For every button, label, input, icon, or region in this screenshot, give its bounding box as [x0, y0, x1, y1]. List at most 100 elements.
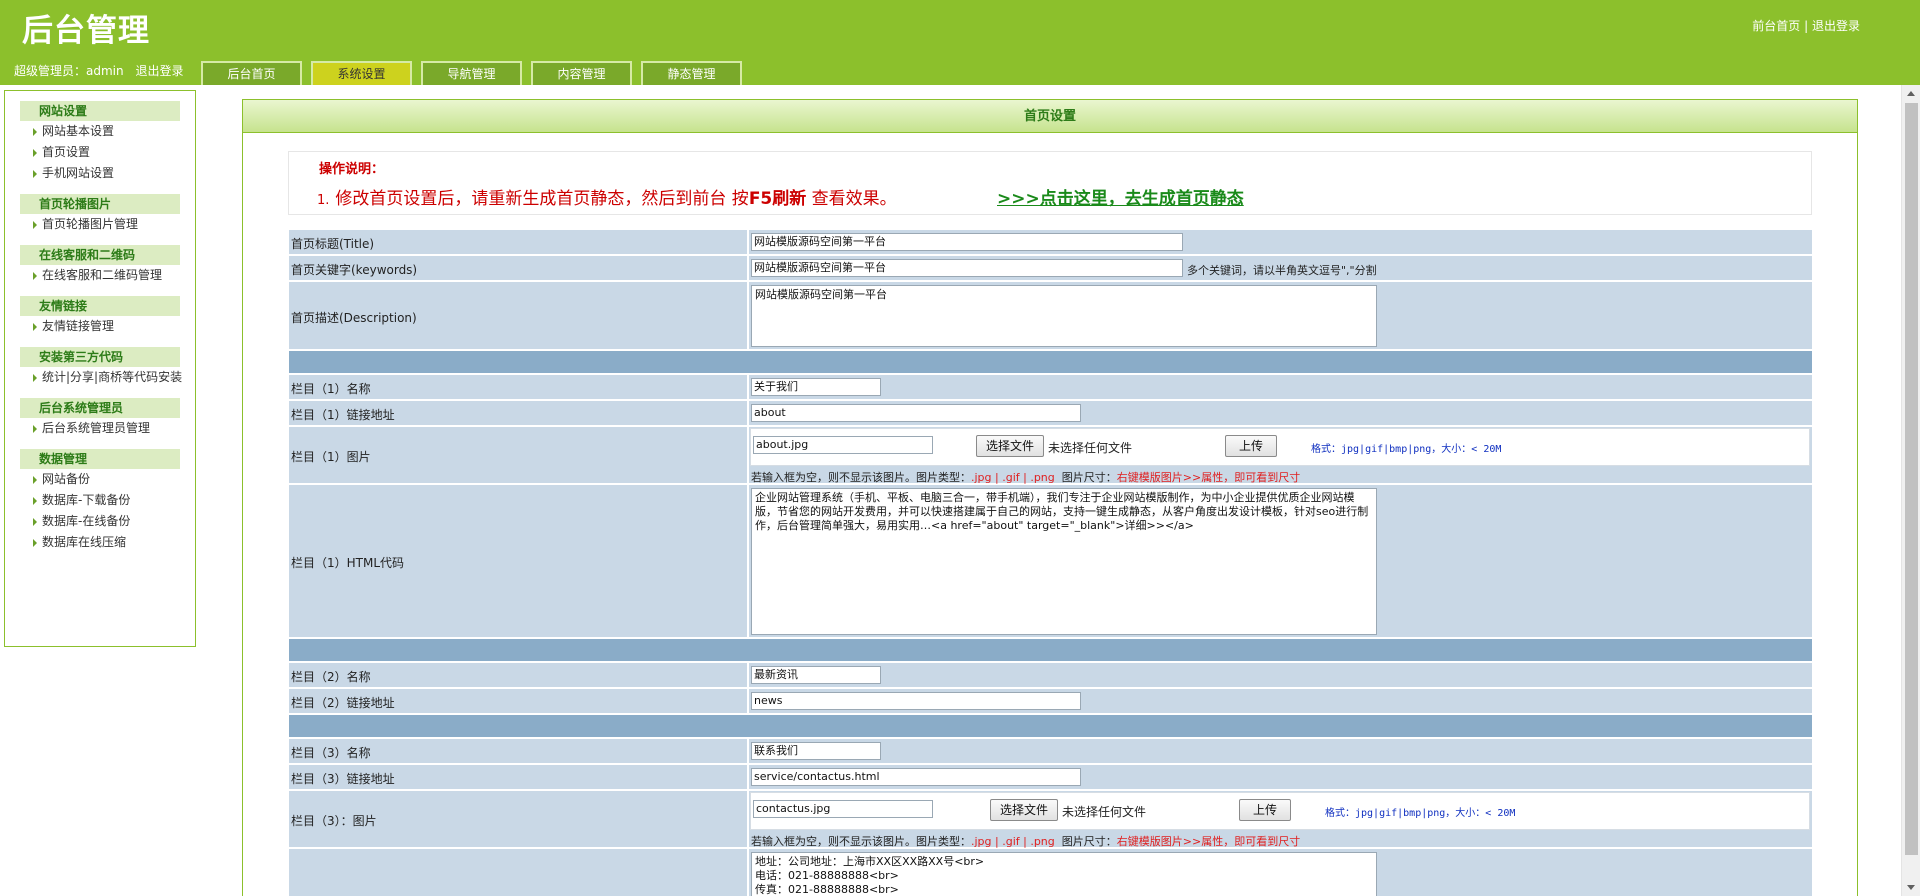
field-label: 栏目（3）名称: [291, 746, 371, 760]
menu-item-label: 手机网站设置: [42, 166, 115, 180]
menu-title: 安装第三方代码: [20, 347, 180, 367]
section-divider: [289, 639, 1812, 663]
menu-group-service: 在线客服和二维码 在线客服和二维码管理: [20, 245, 195, 286]
notice-text-b: 查看效果。: [806, 189, 897, 209]
c3-html-textarea[interactable]: 地址：公司地址：上海市XX区XX路XX号<br> 电话：021-88888888…: [751, 852, 1377, 896]
notice-box: 操作说明： 1. 修改首页设置后，请重新生成首页静态，然后到前台 按F5刷新 查看…: [288, 151, 1812, 215]
form-row-c1-image: 栏目（1）图片 about.jpg 选择文件 未选择任何文件 上传 格式：jpg…: [289, 427, 1812, 485]
section-divider: [289, 715, 1812, 739]
c1-image-input[interactable]: about.jpg: [753, 436, 933, 454]
scroll-down-icon[interactable]: [1907, 885, 1915, 890]
logout-link[interactable]: 退出登录: [135, 64, 183, 78]
link-separator: |: [1804, 19, 1809, 33]
divider: [747, 689, 749, 713]
menu-item-label: 统计|分享|商桥等代码安装: [42, 370, 183, 384]
field-label: 栏目（1）名称: [291, 382, 371, 396]
divider: [747, 282, 749, 349]
top-logout-link[interactable]: 退出登录: [1812, 19, 1860, 33]
info-text: 若输入框为空，则不显示该图片。图片类型：: [751, 835, 971, 848]
menu-title: 在线客服和二维码: [20, 245, 180, 265]
c3-upload-button[interactable]: 上传: [1239, 799, 1291, 821]
logo: 后台管理: [22, 13, 150, 49]
menu-item-db-backup[interactable]: 数据库-在线备份: [20, 511, 195, 532]
menu-item-links-manage[interactable]: 友情链接管理: [20, 316, 195, 337]
menu-item-home-settings[interactable]: 首页设置: [20, 142, 195, 163]
c1-upload-button[interactable]: 上传: [1225, 435, 1277, 457]
c3-choose-file-button[interactable]: 选择文件: [990, 799, 1058, 821]
divider: [747, 375, 749, 399]
main-tabs: 后台首页 系统设置 导航管理 内容管理 静态管理: [201, 61, 742, 85]
menu-item-mobile-settings[interactable]: 手机网站设置: [20, 163, 195, 184]
menu-item-code-install[interactable]: 统计|分享|商桥等代码安装: [20, 367, 195, 388]
notice-key: F5刷新: [748, 189, 807, 209]
title-input[interactable]: 网站模版源码空间第一平台: [751, 233, 1183, 251]
c3-name-input[interactable]: 联系我们: [751, 742, 881, 760]
menu-item-label: 首页轮播图片管理: [42, 217, 139, 231]
arrow-icon: [33, 374, 37, 382]
menu-item-admins-manage[interactable]: 后台系统管理员管理: [20, 418, 195, 439]
notice-text: 1. 修改首页设置后，请重新生成首页静态，然后到前台 按F5刷新 查看效果。: [317, 184, 897, 209]
tab-navigation[interactable]: 导航管理: [421, 61, 522, 85]
settings-form: 首页标题(Title) 网站模版源码空间第一平台 首页关键字(keywords)…: [289, 230, 1812, 896]
tab-system-settings[interactable]: 系统设置: [311, 61, 412, 85]
tab-content[interactable]: 内容管理: [531, 61, 632, 85]
menu-item-label: 网站备份: [42, 472, 91, 486]
form-row-c3-image: 栏目（3）：图片 contactus.jpg 选择文件 未选择任何文件 上传 格…: [289, 791, 1812, 849]
field-label: 栏目（3）：图片: [291, 814, 377, 828]
arrow-icon: [33, 497, 37, 505]
c2-link-input[interactable]: news: [751, 692, 1081, 710]
arrow-icon: [33, 425, 37, 433]
c1-html-textarea[interactable]: 企业网站管理系统（手机、平板、电脑三合一，带手机端），我们专注于企业网站模版制作…: [751, 488, 1377, 635]
c1-name-input[interactable]: 关于我们: [751, 378, 881, 396]
info-size-text: 右键模版图片>>属性，即可看到尺寸: [1116, 471, 1301, 484]
divider: [747, 849, 749, 896]
menu-item-label: 首页设置: [42, 145, 91, 159]
arrow-icon: [33, 128, 37, 136]
user-bar: 超级管理员：admin 退出登录: [14, 62, 183, 79]
scroll-up-icon[interactable]: [1907, 91, 1915, 96]
generate-static-link[interactable]: >>>点击这里，去生成首页静态: [997, 184, 1244, 209]
divider: [747, 765, 749, 789]
divider: [747, 401, 749, 425]
menu-item-basic-settings[interactable]: 网站基本设置: [20, 121, 195, 142]
c3-no-file-text: 未选择任何文件: [1062, 805, 1147, 819]
header: 后台管理 前台首页 | 退出登录 超级管理员：admin 退出登录 后台首页 系…: [0, 0, 1920, 85]
divider: [747, 427, 749, 483]
form-row-description: 首页描述(Description) 网站模版源码空间第一平台: [289, 282, 1812, 351]
keywords-hint: 多个关键词，请以半角英文逗号","分割: [1187, 264, 1377, 277]
form-row-keywords: 首页关键字(keywords) 网站模版源码空间第一平台 多个关键词，请以半角英…: [289, 256, 1812, 282]
arrow-icon: [33, 170, 37, 178]
field-label: 首页标题(Title): [291, 237, 375, 251]
tab-admin-home[interactable]: 后台首页: [201, 61, 302, 85]
main-panel: 首页设置 操作说明： 1. 修改首页设置后，请重新生成首页静态，然后到前台 按F5…: [242, 99, 1858, 896]
admin-label: 超级管理员：admin: [14, 64, 124, 78]
arrow-icon: [33, 149, 37, 157]
menu-item-site-backup[interactable]: 网站备份: [20, 469, 195, 490]
c1-choose-file-button[interactable]: 选择文件: [976, 435, 1044, 457]
menu-item-banner-manage[interactable]: 首页轮播图片管理: [20, 214, 195, 235]
tab-static[interactable]: 静态管理: [641, 61, 742, 85]
c2-name-input[interactable]: 最新资讯: [751, 666, 881, 684]
notice-text-a: 修改首页设置后，请重新生成首页静态，然后到前台 按: [335, 189, 749, 209]
c1-link-input[interactable]: about: [751, 404, 1081, 422]
c1-upload-box: about.jpg 选择文件 未选择任何文件 上传 格式：jpg|gif|bmp…: [750, 428, 1810, 466]
menu-item-db-compress[interactable]: 数据库在线压缩: [20, 532, 195, 553]
menu-title: 后台系统管理员: [20, 398, 180, 418]
form-row-c2-link: 栏目（2）链接地址 news: [289, 689, 1812, 715]
menu-item-service-manage[interactable]: 在线客服和二维码管理: [20, 265, 195, 286]
c3-link-input[interactable]: service/contactus.html: [751, 768, 1081, 786]
menu-item-label: 数据库-在线备份: [42, 514, 131, 528]
front-home-link[interactable]: 前台首页: [1752, 19, 1800, 33]
c3-image-input[interactable]: contactus.jpg: [753, 800, 933, 818]
arrow-icon: [33, 323, 37, 331]
menu-item-label: 网站基本设置: [42, 124, 115, 138]
keywords-input[interactable]: 网站模版源码空间第一平台: [751, 259, 1183, 277]
form-row-c1-link: 栏目（1）链接地址 about: [289, 401, 1812, 427]
field-label: 栏目（3）链接地址: [291, 772, 395, 786]
menu-item-db-download[interactable]: 数据库-下载备份: [20, 490, 195, 511]
page-scrollbar[interactable]: [1901, 85, 1920, 896]
menu-item-label: 后台系统管理员管理: [42, 421, 151, 435]
description-textarea[interactable]: 网站模版源码空间第一平台: [751, 285, 1377, 347]
scrollbar-thumb[interactable]: [1905, 103, 1918, 855]
sidebar: 网站设置 网站基本设置 首页设置 手机网站设置 首页轮播图片 首页轮播图片管理 …: [4, 90, 196, 647]
